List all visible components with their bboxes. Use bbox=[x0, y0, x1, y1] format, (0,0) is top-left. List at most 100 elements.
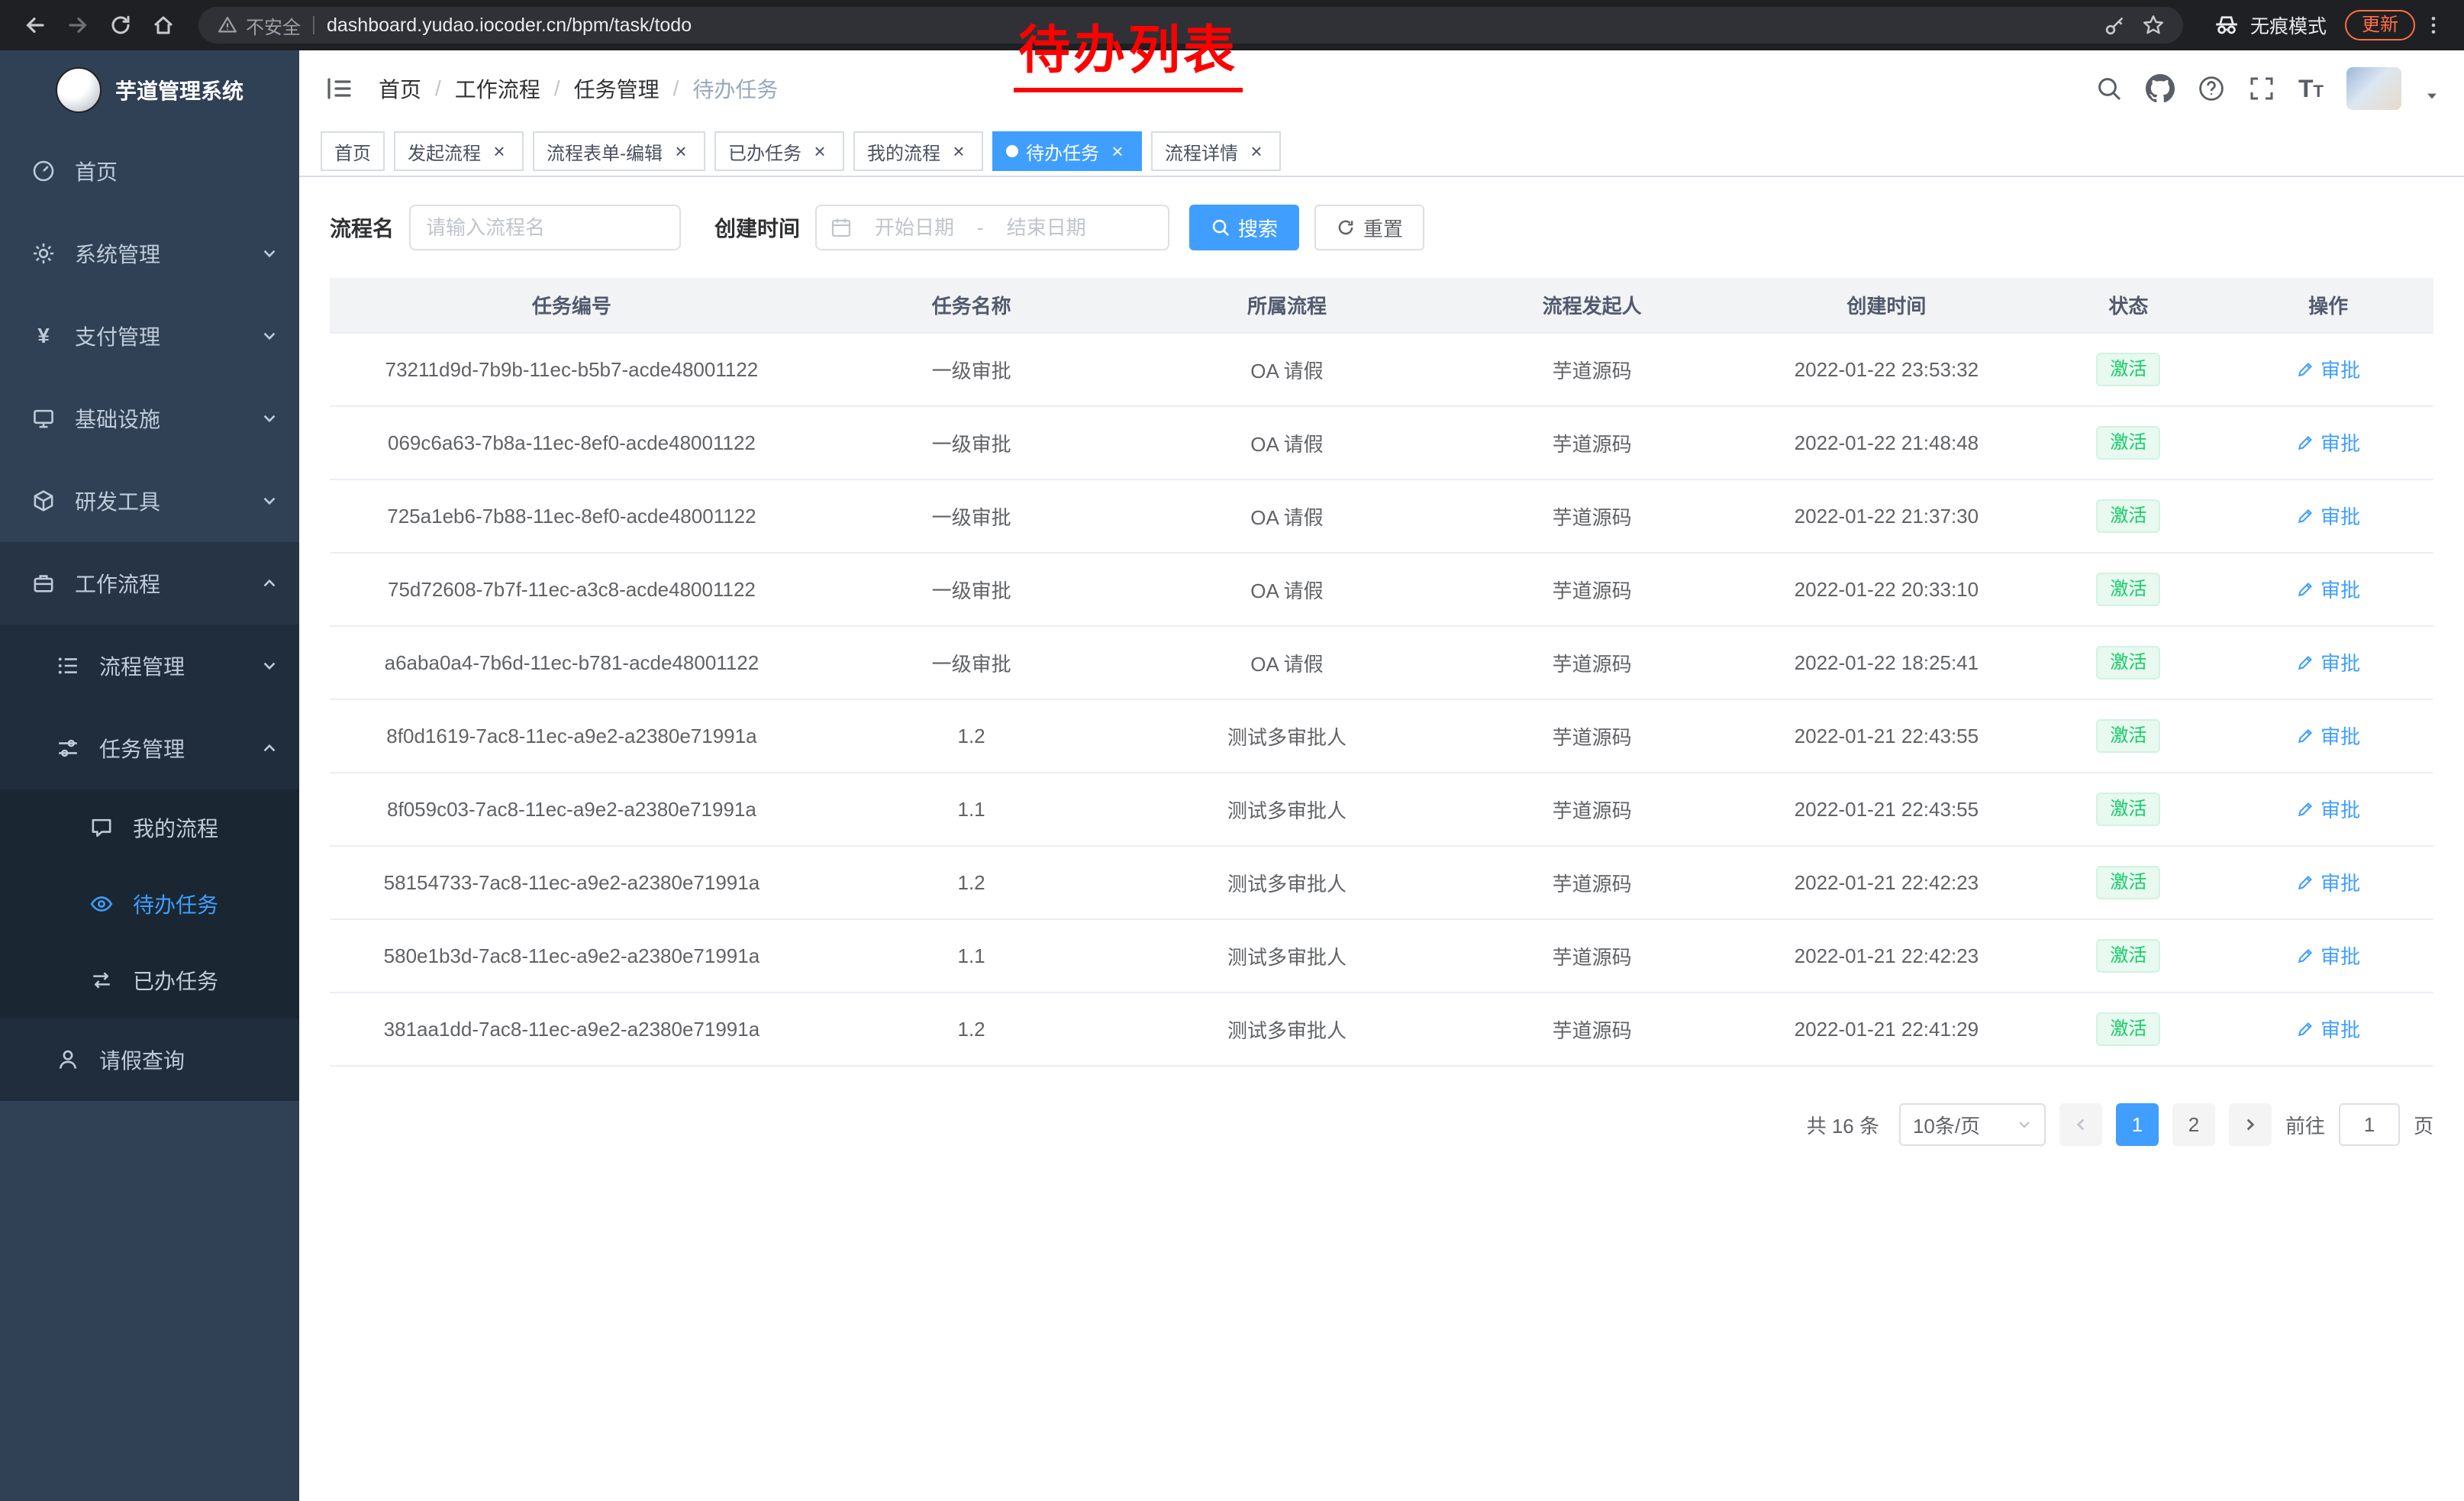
user-avatar[interactable] bbox=[2346, 67, 2401, 110]
tab-close-icon[interactable]: × bbox=[489, 140, 510, 162]
status-badge: 激活 bbox=[2096, 719, 2160, 753]
end-date-input[interactable] bbox=[990, 216, 1103, 240]
sidebar-item-system[interactable]: 系统管理 bbox=[0, 212, 299, 295]
task-name-cell: 一级审批 bbox=[814, 479, 1129, 553]
tab-close-icon[interactable]: × bbox=[1246, 140, 1267, 162]
sidebar-item-infrastructure[interactable]: 基础设施 bbox=[0, 377, 299, 460]
approve-link[interactable]: 审批 bbox=[2296, 941, 2360, 970]
font-size-icon[interactable]: TT bbox=[2298, 76, 2324, 101]
tab-item[interactable]: 我的流程× bbox=[853, 131, 983, 171]
goto-page-input[interactable] bbox=[2339, 1103, 2400, 1146]
start-date-input[interactable] bbox=[858, 216, 971, 240]
chevron-down-icon bbox=[261, 245, 278, 262]
initiator-cell: 芋道源码 bbox=[1445, 773, 1740, 846]
initiator-cell: 芋道源码 bbox=[1445, 479, 1740, 553]
task-id-cell: 73211d9d-7b9b-11ec-b5b7-acde48001122 bbox=[330, 333, 814, 406]
sidebar-item-process-mgmt[interactable]: 流程管理 bbox=[0, 625, 299, 707]
select-caret-down-icon bbox=[2017, 1117, 2032, 1132]
page-size-select[interactable]: 10条/页 bbox=[1899, 1103, 2046, 1146]
page-button-2[interactable]: 2 bbox=[2172, 1103, 2215, 1146]
tab-item[interactable]: 流程表单-编辑× bbox=[533, 131, 705, 171]
browser-home-icon[interactable] bbox=[144, 5, 183, 45]
sidebar-item-devtools[interactable]: 研发工具 bbox=[0, 460, 299, 542]
tab-item[interactable]: 已办任务× bbox=[714, 131, 844, 171]
browser-update-button[interactable]: 更新 bbox=[2345, 10, 2415, 40]
approve-link[interactable]: 审批 bbox=[2296, 355, 2360, 383]
tab-item[interactable]: 待办任务× bbox=[992, 131, 1142, 171]
sidebar-item-todo-tasks[interactable]: 待办任务 bbox=[0, 866, 299, 942]
approve-link[interactable]: 审批 bbox=[2296, 721, 2360, 750]
breadcrumb-home[interactable]: 首页 bbox=[379, 73, 421, 104]
not-secure-warning[interactable]: 不安全 bbox=[217, 12, 301, 39]
create-time-cell: 2022-01-22 20:33:10 bbox=[1739, 553, 2033, 626]
browser-reload-icon[interactable] bbox=[101, 5, 140, 45]
help-icon[interactable] bbox=[2198, 75, 2225, 102]
eye-icon bbox=[89, 893, 114, 915]
col-process: 所属流程 bbox=[1129, 278, 1444, 333]
process-cell: 测试多审批人 bbox=[1129, 846, 1444, 919]
next-page-button[interactable] bbox=[2229, 1103, 2272, 1146]
page-button-1[interactable]: 1 bbox=[2116, 1103, 2159, 1146]
prev-page-button[interactable] bbox=[2059, 1103, 2102, 1146]
password-key-icon[interactable] bbox=[2104, 14, 2127, 37]
approve-link[interactable]: 审批 bbox=[2296, 428, 2360, 457]
tab-item[interactable]: 流程详情× bbox=[1151, 131, 1281, 171]
bookmark-star-icon[interactable] bbox=[2142, 14, 2165, 37]
sidebar-item-leave-query[interactable]: 请假查询 bbox=[0, 1018, 299, 1101]
status-cell: 激活 bbox=[2033, 626, 2223, 699]
swap-arrows-icon bbox=[89, 969, 114, 992]
breadcrumb-workflow[interactable]: 工作流程 bbox=[455, 73, 540, 104]
incognito-icon bbox=[2214, 12, 2240, 38]
approve-link[interactable]: 审批 bbox=[2296, 502, 2360, 530]
table-row: 73211d9d-7b9b-11ec-b5b7-acde48001122一级审批… bbox=[330, 333, 2433, 406]
sidebar-item-done-tasks[interactable]: 已办任务 bbox=[0, 942, 299, 1018]
tab-item[interactable]: 首页 bbox=[321, 131, 385, 171]
sidebar-item-payment[interactable]: ¥ 支付管理 bbox=[0, 295, 299, 377]
github-icon[interactable] bbox=[2146, 74, 2175, 103]
approve-link-label: 审批 bbox=[2320, 1015, 2360, 1043]
initiator-cell: 芋道源码 bbox=[1445, 919, 1740, 993]
date-range-picker[interactable]: - bbox=[815, 205, 1169, 250]
logo-image bbox=[56, 67, 102, 113]
calendar-icon bbox=[830, 217, 852, 238]
sidebar-item-task-mgmt[interactable]: 任务管理 bbox=[0, 707, 299, 789]
sidebar-item-home[interactable]: 首页 bbox=[0, 130, 299, 212]
approve-link[interactable]: 审批 bbox=[2296, 648, 2360, 676]
edit-pen-icon bbox=[2296, 434, 2314, 452]
task-id-cell: 8f059c03-7ac8-11ec-a9e2-a2380e71991a bbox=[330, 773, 814, 846]
search-button[interactable]: 搜索 bbox=[1189, 205, 1299, 250]
person-icon bbox=[55, 1048, 81, 1071]
approve-link[interactable]: 审批 bbox=[2296, 1015, 2360, 1043]
reset-button[interactable]: 重置 bbox=[1314, 205, 1424, 250]
tab-close-icon[interactable]: × bbox=[1107, 140, 1128, 162]
warning-icon bbox=[217, 15, 238, 36]
breadcrumb-separator: / bbox=[554, 76, 560, 101]
sidebar-item-my-process[interactable]: 我的流程 bbox=[0, 789, 299, 866]
sidebar-collapse-icon[interactable] bbox=[324, 73, 354, 104]
tab-close-icon[interactable]: × bbox=[670, 140, 692, 162]
approve-link[interactable]: 审批 bbox=[2296, 575, 2360, 603]
approve-link[interactable]: 审批 bbox=[2296, 795, 2360, 823]
fullscreen-icon[interactable] bbox=[2248, 75, 2275, 102]
annotation-text: 待办列表 bbox=[1014, 8, 1243, 92]
top-navbar: 首页 / 工作流程 / 任务管理 / 待办任务 TT bbox=[299, 50, 2464, 127]
search-icon[interactable] bbox=[2095, 75, 2123, 102]
tab-item[interactable]: 发起流程 × bbox=[394, 131, 524, 171]
approve-link[interactable]: 审批 bbox=[2296, 868, 2360, 896]
sidebar-item-workflow[interactable]: 工作流程 bbox=[0, 542, 299, 625]
browser-menu-icon[interactable] bbox=[2418, 15, 2449, 36]
tab-close-icon[interactable]: × bbox=[948, 140, 969, 162]
browser-forward-icon[interactable] bbox=[58, 5, 98, 45]
tab-close-icon[interactable]: × bbox=[809, 140, 830, 162]
list-icon bbox=[55, 654, 81, 677]
tab-label: 发起流程 bbox=[408, 138, 481, 165]
task-name-cell: 一级审批 bbox=[814, 626, 1129, 699]
task-name-cell: 1.2 bbox=[814, 993, 1129, 1066]
action-cell: 审批 bbox=[2223, 479, 2433, 553]
initiator-cell: 芋道源码 bbox=[1445, 553, 1740, 626]
avatar-caret-down-icon[interactable] bbox=[2424, 89, 2440, 104]
task-id-cell: 58154733-7ac8-11ec-a9e2-a2380e71991a bbox=[330, 846, 814, 919]
breadcrumb-task-mgmt[interactable]: 任务管理 bbox=[574, 73, 660, 104]
browser-back-icon[interactable] bbox=[15, 5, 55, 45]
process-name-input[interactable] bbox=[409, 205, 681, 250]
